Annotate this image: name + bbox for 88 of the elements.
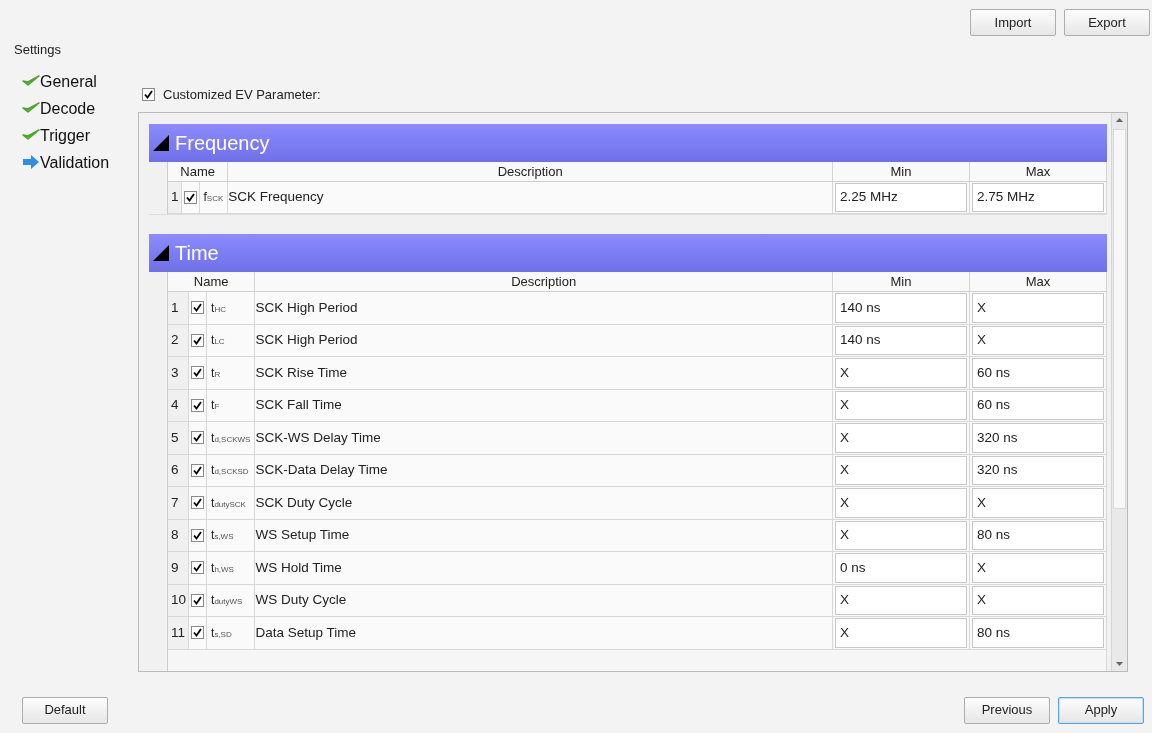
row-number: 10 — [168, 584, 190, 617]
min-field[interactable]: X — [835, 390, 967, 420]
row-number: 6 — [168, 454, 190, 487]
min-field[interactable]: X — [835, 520, 967, 550]
max-field[interactable]: X — [972, 553, 1104, 583]
column-header: Name — [168, 272, 256, 292]
checkbox-label: Customized EV Parameter: — [163, 86, 321, 104]
row-number: 7 — [168, 487, 190, 520]
row-number: 1 — [168, 181, 182, 214]
max-field[interactable]: 2.75 MHz — [972, 182, 1104, 212]
row-checkbox[interactable] — [191, 333, 205, 347]
row-checkbox[interactable] — [191, 593, 205, 607]
row-number: 2 — [168, 324, 190, 357]
toolbar-button[interactable]: Export — [1064, 9, 1150, 36]
nav-button[interactable]: Apply — [1058, 696, 1144, 724]
min-field[interactable]: 2.25 MHz — [835, 182, 967, 212]
sidebar-item[interactable]: Trigger — [14, 121, 138, 149]
row-number: 5 — [168, 422, 190, 455]
column-header: Max — [970, 272, 1107, 292]
row-checkbox[interactable] — [191, 463, 205, 477]
row-checkbox[interactable] — [191, 528, 205, 542]
min-field[interactable]: X — [835, 585, 967, 615]
description-cell: SCK Duty Cycle — [255, 487, 833, 520]
min-field[interactable]: 140 ns — [835, 325, 967, 355]
scroll-up-icon[interactable] — [1116, 117, 1123, 122]
scroll-down-icon[interactable] — [1116, 661, 1123, 666]
max-field[interactable]: 80 ns — [972, 520, 1104, 550]
scrollbar[interactable] — [1111, 112, 1127, 671]
triangle-icon — [151, 243, 171, 263]
sidebar-title: Settings — [14, 41, 61, 59]
column-header: Min — [833, 161, 970, 182]
arrow-icon — [22, 154, 40, 170]
min-field[interactable]: X — [835, 358, 967, 388]
min-field[interactable]: X — [835, 455, 967, 485]
row-number: 4 — [168, 389, 190, 422]
column-header: Max — [970, 161, 1107, 182]
row-checkbox[interactable] — [191, 398, 205, 412]
description-cell: SCK Fall Time — [255, 389, 833, 422]
sidebar-item[interactable]: General — [14, 67, 138, 95]
max-field[interactable]: 320 ns — [972, 423, 1104, 453]
sidebar-item[interactable]: Decode — [14, 94, 138, 122]
max-field[interactable]: 60 ns — [972, 358, 1104, 388]
min-field[interactable]: 140 ns — [835, 293, 967, 323]
row-checkbox[interactable] — [191, 561, 205, 575]
row-checkbox[interactable] — [191, 366, 205, 380]
max-field[interactable]: X — [972, 325, 1104, 355]
min-field[interactable]: 0 ns — [835, 553, 967, 583]
max-field[interactable]: 320 ns — [972, 455, 1104, 485]
description-cell: SCK High Period — [255, 324, 833, 357]
row-checkbox[interactable] — [191, 496, 205, 510]
description-cell: SCK-WS Delay Time — [255, 422, 833, 455]
check-icon — [22, 74, 40, 88]
description-cell: WS Duty Cycle — [255, 584, 833, 617]
row-number: 11 — [168, 617, 190, 650]
max-field[interactable]: 80 ns — [972, 618, 1104, 648]
description-cell: WS Setup Time — [255, 519, 833, 552]
column-header: Min — [833, 272, 970, 292]
row-checkbox[interactable] — [191, 301, 205, 315]
column-header: Description — [228, 161, 833, 182]
default-button[interactable]: Default — [22, 696, 108, 724]
row-number: 1 — [168, 292, 190, 325]
min-field[interactable]: X — [835, 488, 967, 518]
description-cell: SCK High Period — [255, 292, 833, 325]
row-number: 3 — [168, 357, 190, 390]
max-field[interactable]: X — [972, 585, 1104, 615]
row-checkbox[interactable] — [191, 626, 205, 640]
row-checkbox[interactable] — [183, 190, 197, 204]
column-header: Name — [168, 161, 229, 182]
description-cell: Data Setup Time — [255, 617, 833, 650]
row-number: 9 — [168, 552, 190, 585]
max-field[interactable]: X — [972, 293, 1104, 323]
description-cell: WS Hold Time — [255, 552, 833, 585]
description-cell: SCK Rise Time — [255, 357, 833, 390]
nav-button[interactable]: Previous — [964, 696, 1050, 724]
checkbox[interactable] — [142, 88, 155, 102]
check-icon — [22, 101, 40, 115]
min-field[interactable]: X — [835, 423, 967, 453]
min-field[interactable]: X — [835, 618, 967, 648]
description-cell: SCK-Data Delay Time — [255, 454, 833, 487]
max-field[interactable]: 60 ns — [972, 390, 1104, 420]
check-icon — [22, 128, 40, 142]
row-checkbox[interactable] — [191, 431, 205, 445]
row-number: 8 — [168, 519, 190, 552]
description-cell: SCK Frequency — [228, 181, 833, 214]
max-field[interactable]: X — [972, 488, 1104, 518]
toolbar-button[interactable]: Import — [970, 9, 1056, 36]
sidebar-item[interactable]: Validation — [14, 148, 138, 176]
column-header: Description — [255, 272, 833, 292]
